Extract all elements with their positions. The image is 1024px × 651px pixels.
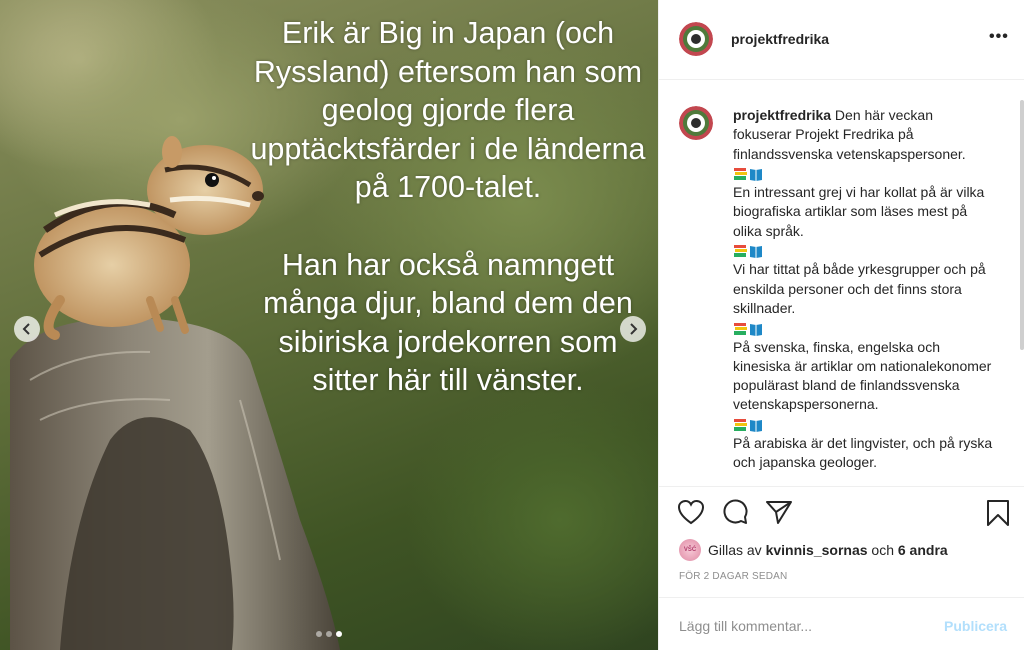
post-overlay-text: Erik är Big in Japan (och Ryssland) efte… [250, 16, 646, 398]
likes-others-link[interactable]: 6 andra [898, 542, 948, 558]
header-username[interactable]: projektfredrika [731, 31, 829, 47]
comment-input[interactable] [677, 612, 931, 640]
share-icon[interactable] [765, 499, 793, 525]
more-options-icon[interactable]: ••• [989, 28, 1009, 46]
caption-line: På arabiska är det lingvister, och på ry… [733, 435, 993, 471]
books-emoji-line [733, 415, 995, 434]
post-sidebar: projektfredrika ••• projektfredrika Den … [658, 0, 1024, 650]
books-emoji-icon [734, 168, 762, 182]
caption-line: En intressant grej vi har kollat på är v… [733, 184, 985, 239]
carousel-indicator [316, 631, 342, 637]
post-header: projektfredrika ••• [659, 0, 1024, 80]
post-actions: VŠĆ Gillas av kvinnis_sornas och 6 andra… [659, 486, 1024, 597]
comment-bar: Publicera [659, 597, 1024, 651]
carousel-dot [316, 631, 322, 637]
chevron-left-icon [22, 323, 30, 335]
books-emoji-line [733, 241, 995, 260]
caption-line: På svenska, finska, engelska och kinesis… [733, 338, 992, 413]
avatar-image [679, 22, 713, 56]
avatar-image [679, 106, 713, 140]
heart-icon[interactable] [677, 499, 705, 525]
liker-username[interactable]: kvinnis_sornas [766, 542, 868, 558]
caption-line: Vi har tittat på både yrkesgrupper och p… [733, 261, 986, 316]
comment-icon[interactable] [721, 499, 749, 525]
carousel-next-button[interactable] [620, 316, 646, 342]
likes-summary: VŠĆ Gillas av kvinnis_sornas och 6 andra [679, 539, 948, 561]
caption-scrollbar[interactable] [1020, 100, 1024, 350]
profile-avatar[interactable] [679, 22, 713, 56]
caption-text: projektfredrika Den här veckan fokuserar… [733, 106, 995, 473]
books-emoji-line [733, 318, 995, 337]
books-emoji-icon [734, 245, 762, 259]
books-emoji-line [733, 164, 995, 183]
caption-area: projektfredrika Den här veckan fokuserar… [659, 80, 1017, 485]
chevron-right-icon [630, 323, 638, 335]
caption-line: projektfredrika Den här veckan fokuserar… [733, 107, 966, 162]
bookmark-icon[interactable] [985, 499, 1011, 527]
books-emoji-icon [734, 322, 762, 336]
books-emoji-icon [734, 419, 762, 433]
post-timestamp[interactable]: FÖR 2 DAGAR SEDAN [679, 571, 787, 582]
post-media: Erik är Big in Japan (och Ryssland) efte… [0, 0, 658, 650]
carousel-dot [326, 631, 332, 637]
caption-avatar[interactable] [679, 106, 713, 140]
caption-username[interactable]: projektfredrika [733, 107, 831, 123]
carousel-dot-active [336, 631, 342, 637]
carousel-prev-button[interactable] [14, 316, 40, 342]
publish-button[interactable]: Publicera [944, 618, 1007, 634]
liker-avatar[interactable]: VŠĆ [679, 539, 701, 561]
